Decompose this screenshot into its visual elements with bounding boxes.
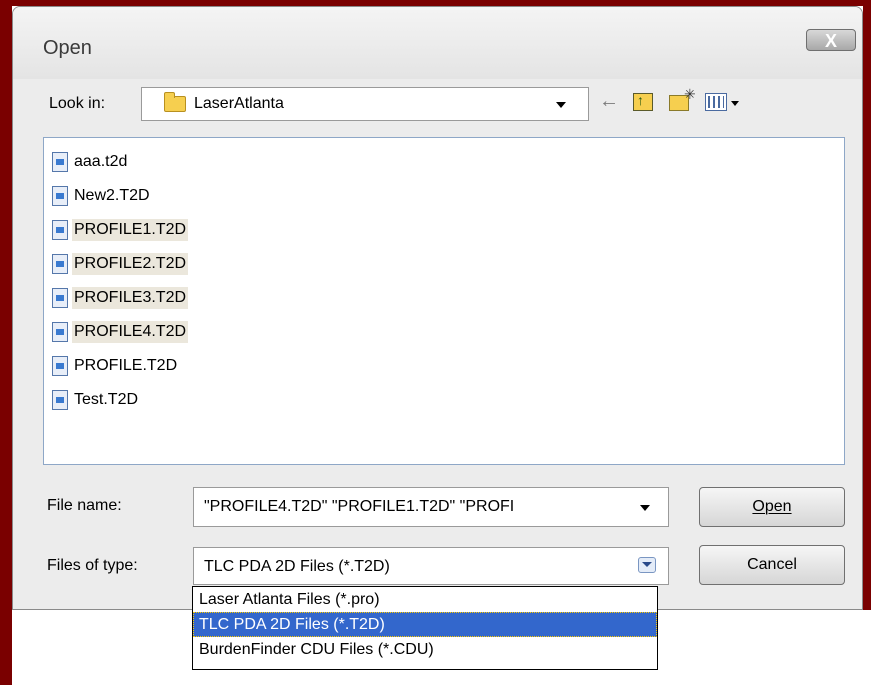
background-frame-left <box>0 0 12 685</box>
list-item[interactable]: Test.T2D <box>52 386 140 414</box>
chevron-down-icon <box>642 562 652 567</box>
file-icon <box>52 152 68 172</box>
file-name: New2.T2D <box>74 187 150 204</box>
file-name: PROFILE1.T2D <box>72 219 189 241</box>
list-item[interactable]: PROFILE3.T2D <box>52 284 189 312</box>
look-in-label: Look in: <box>49 95 106 112</box>
file-list[interactable]: aaa.t2d New2.T2D PROFILE1.T2D PROFILE2.T… <box>43 137 845 465</box>
view-menu-chevron-icon[interactable] <box>731 101 739 106</box>
new-star-glyph: ✳ <box>684 86 696 102</box>
list-item[interactable]: New2.T2D <box>52 182 152 210</box>
file-name-label: File name: <box>47 497 122 514</box>
dropdown-button[interactable] <box>638 557 656 573</box>
folder-icon <box>164 92 186 112</box>
list-item[interactable]: PROFILE.T2D <box>52 352 179 380</box>
file-name: PROFILE3.T2D <box>72 287 189 309</box>
files-of-type-value: TLC PDA 2D Files (*.T2D) <box>204 558 390 575</box>
dropdown-option-selected[interactable]: TLC PDA 2D Files (*.T2D) <box>193 612 657 637</box>
file-name-input[interactable]: "PROFILE4.T2D" "PROFILE1.T2D" "PROFI <box>193 487 669 527</box>
dropdown-option[interactable]: Laser Atlanta Files (*.pro) <box>193 587 657 612</box>
close-button[interactable]: X <box>806 29 856 51</box>
open-button[interactable]: Open <box>699 487 845 527</box>
file-icon <box>52 220 68 240</box>
cancel-button[interactable]: Cancel <box>699 545 845 585</box>
open-button-label: Open <box>752 498 792 515</box>
file-name-value: "PROFILE4.T2D" "PROFILE1.T2D" "PROFI <box>204 498 515 515</box>
list-item[interactable]: PROFILE2.T2D <box>52 250 189 278</box>
up-folder-icon[interactable]: ↑ <box>633 92 653 111</box>
file-name: PROFILE4.T2D <box>72 321 189 343</box>
up-arrow-glyph: ↑ <box>637 92 644 108</box>
background-frame-right <box>863 0 871 610</box>
look-in-value: LaserAtlanta <box>194 95 284 112</box>
view-menu-icon[interactable] <box>705 93 727 111</box>
file-icon <box>52 356 68 376</box>
file-name: PROFILE.T2D <box>74 357 178 374</box>
file-name: Test.T2D <box>74 391 139 408</box>
file-name: PROFILE2.T2D <box>72 253 189 275</box>
file-icon <box>52 288 68 308</box>
file-icon <box>52 322 68 342</box>
chevron-down-icon[interactable] <box>640 505 650 511</box>
new-folder-icon[interactable]: ✳ <box>669 86 696 111</box>
list-item[interactable]: PROFILE4.T2D <box>52 318 189 346</box>
file-icon <box>52 186 68 206</box>
view-grid-glyph <box>708 96 724 108</box>
open-dialog: Open X Look in: LaserAtlanta ← ↑ ✳ aaa.t… <box>12 6 863 610</box>
files-of-type-dropdown-list[interactable]: Laser Atlanta Files (*.pro) TLC PDA 2D F… <box>192 586 658 670</box>
title-bar[interactable]: Open X <box>13 7 862 79</box>
file-name: aaa.t2d <box>74 153 128 170</box>
files-of-type-select[interactable]: TLC PDA 2D Files (*.T2D) <box>193 547 669 585</box>
list-item[interactable]: aaa.t2d <box>52 148 129 176</box>
files-of-type-label: Files of type: <box>47 557 138 574</box>
chevron-down-icon[interactable] <box>556 102 566 108</box>
file-icon <box>52 254 68 274</box>
look-in-combo[interactable]: LaserAtlanta <box>141 87 589 121</box>
list-item[interactable]: PROFILE1.T2D <box>52 216 189 244</box>
dialog-title: Open <box>43 37 92 59</box>
dropdown-option[interactable]: BurdenFinder CDU Files (*.CDU) <box>193 637 657 662</box>
file-icon <box>52 390 68 410</box>
back-arrow-icon[interactable]: ← <box>599 91 619 111</box>
